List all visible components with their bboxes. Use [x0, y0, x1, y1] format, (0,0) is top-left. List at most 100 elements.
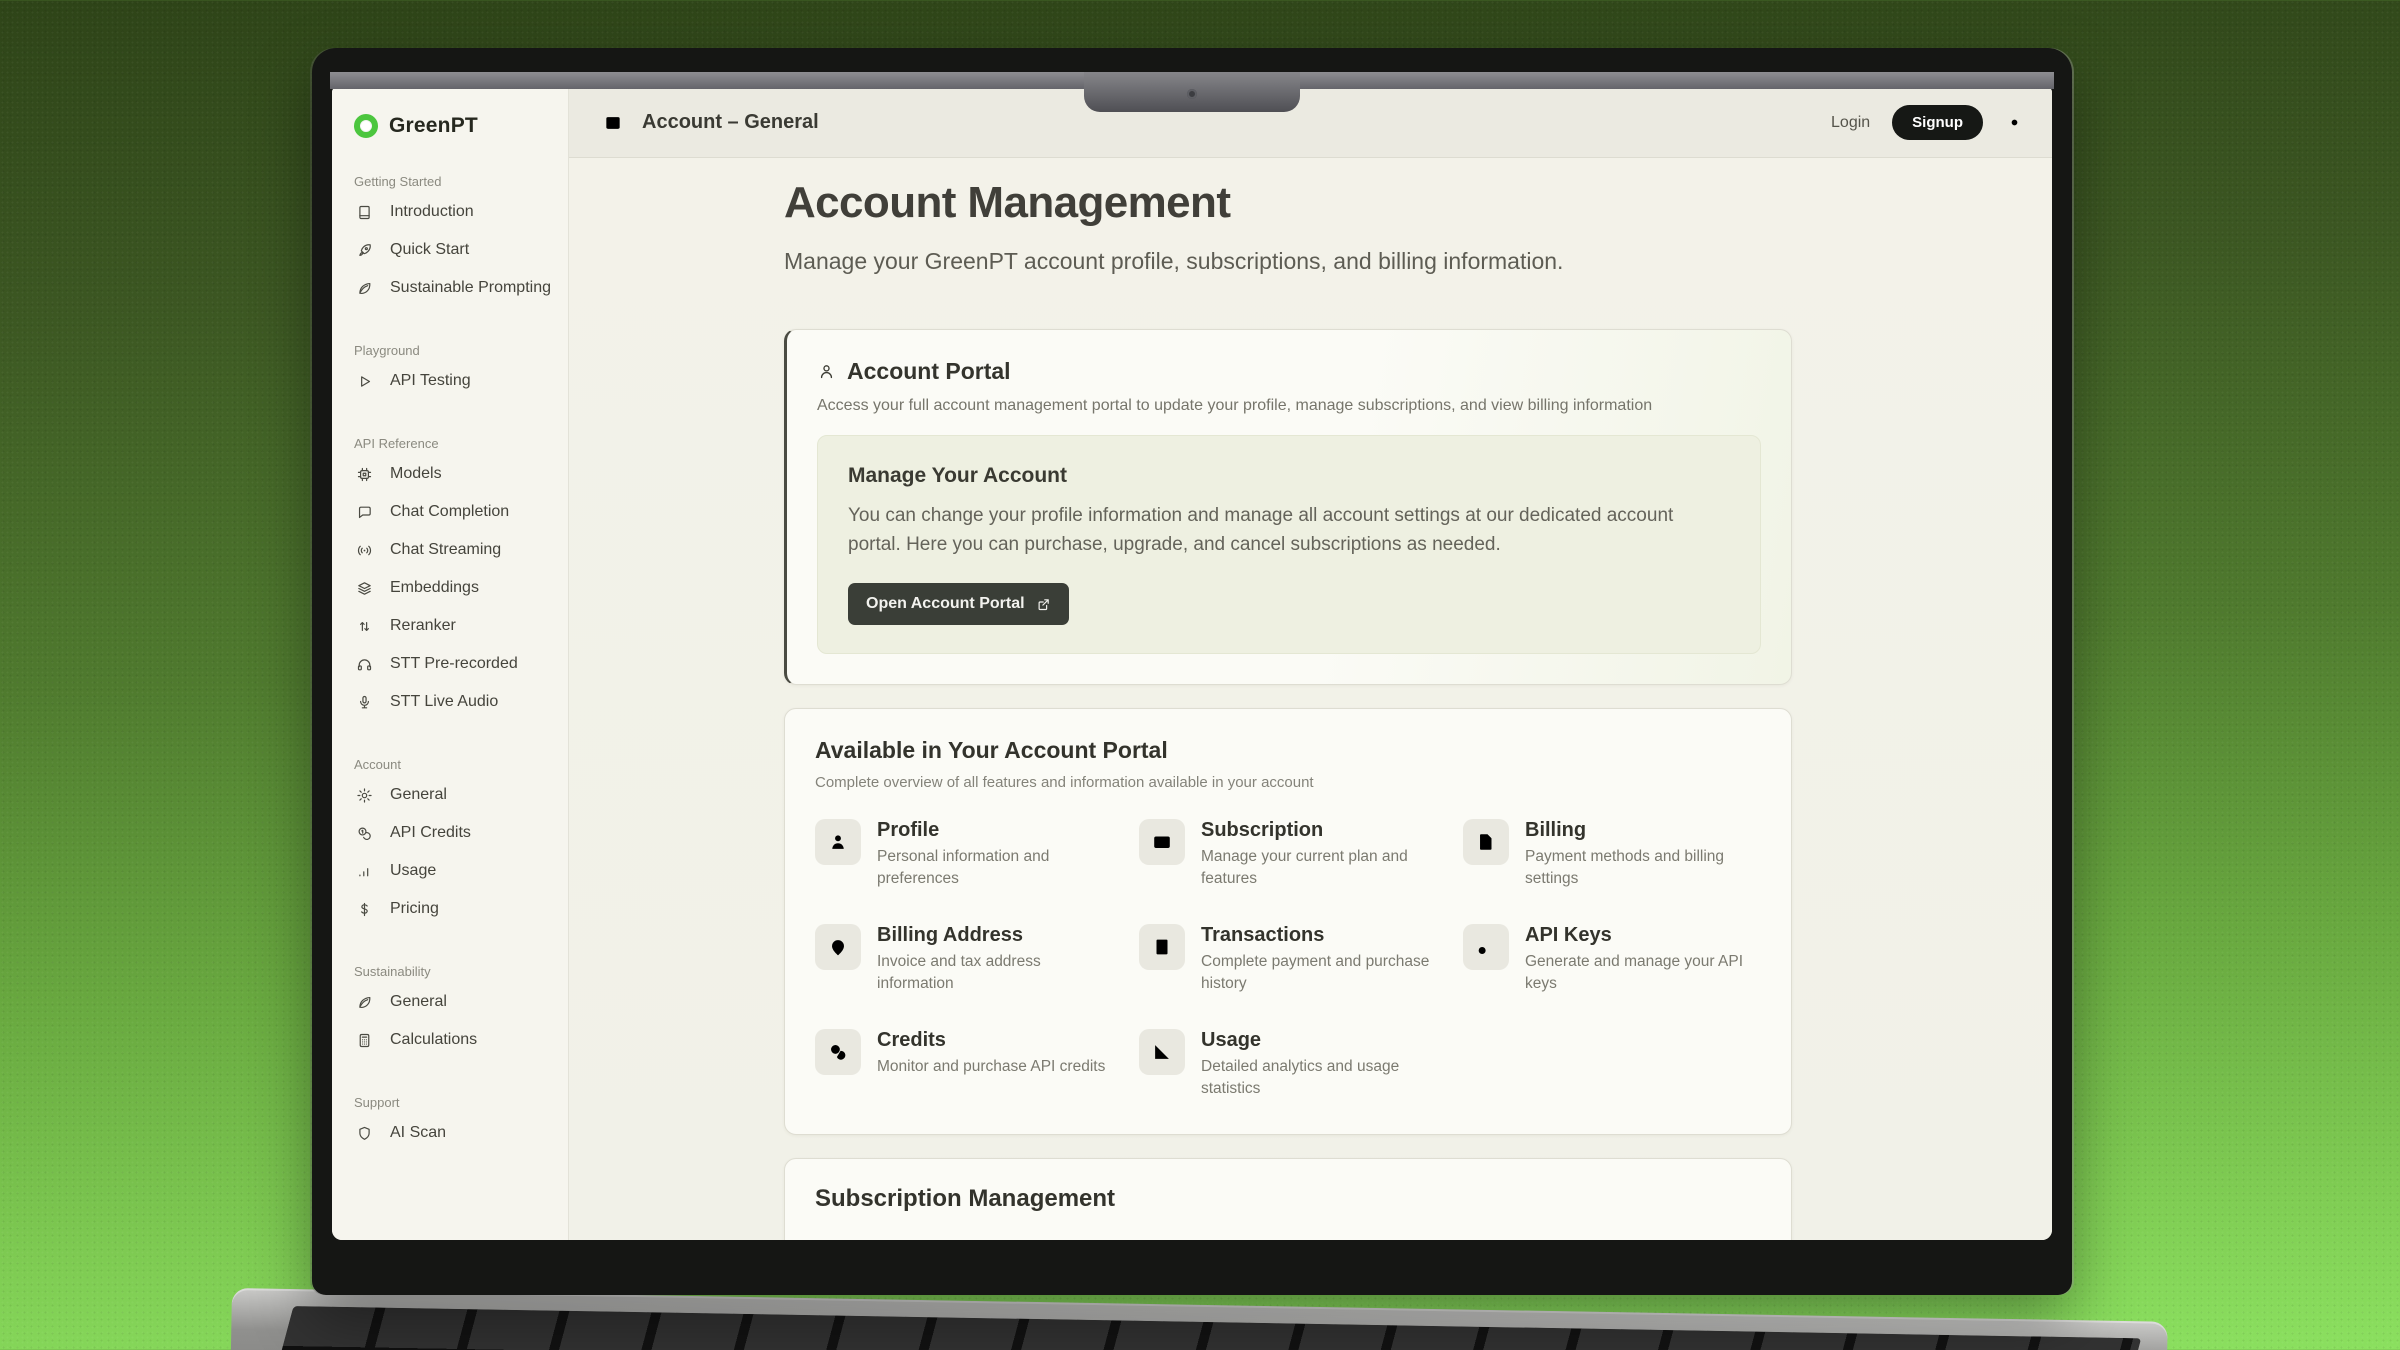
page-subtitle: Manage your GreenPT account profile, sub…	[784, 248, 1792, 275]
sidebar-item-label: Calculations	[390, 1031, 477, 1049]
page-breadcrumb-title: Account – General	[642, 111, 819, 134]
sidebar-item-label: Reranker	[390, 617, 456, 635]
main-area: Account – General Login Signup Account M…	[569, 88, 2052, 1240]
sidebar-item-account-general[interactable]: General	[354, 776, 554, 814]
sidebar-toggle-icon[interactable]	[603, 113, 623, 133]
feature-description: Personal information and preferences	[877, 846, 1113, 890]
card-title: Available in Your Account Portal	[815, 737, 1761, 764]
feature-description: Detailed analytics and usage statistics	[1201, 1056, 1437, 1100]
feature-title: API Keys	[1525, 924, 1612, 946]
laptop-keyboard-deck	[230, 1288, 2168, 1350]
sidebar-item-pricing[interactable]: Pricing	[354, 890, 554, 928]
person-icon	[815, 819, 861, 865]
calculator-icon	[356, 1032, 373, 1049]
sidebar-item-label: Embeddings	[390, 579, 479, 597]
key-icon	[1463, 924, 1509, 970]
card-subtitle: Complete overview of all features and in…	[815, 774, 1761, 791]
feature-title: Profile	[877, 819, 939, 841]
panel-title: Manage Your Account	[848, 464, 1730, 488]
portal-features-card: Available in Your Account Portal Complet…	[784, 708, 1792, 1135]
topbar: Account – General Login Signup	[569, 88, 2052, 158]
sort-arrows-icon	[356, 618, 373, 635]
sidebar: GreenPT Getting Started Introduction Qui…	[332, 88, 569, 1240]
feature-title: Credits	[877, 1029, 946, 1051]
card-title: Subscription Management	[815, 1185, 1761, 1213]
sidebar-item-stt-live-audio[interactable]: STT Live Audio	[354, 683, 554, 721]
map-pin-icon	[815, 924, 861, 970]
sidebar-item-label: Chat Completion	[390, 503, 509, 521]
sidebar-item-label: API Testing	[390, 372, 471, 390]
coins-icon	[356, 825, 373, 842]
sidebar-section-getting-started: Getting Started Introduction Quick Start…	[354, 174, 554, 307]
green-ring-icon	[354, 114, 378, 138]
sidebar-section-label: Getting Started	[354, 174, 554, 189]
content-scroll-area[interactable]: Account Management Manage your GreenPT a…	[569, 158, 2052, 1240]
signup-button[interactable]: Signup	[1892, 105, 1983, 140]
sidebar-item-label: AI Scan	[390, 1124, 446, 1142]
card-description: Access your full account management port…	[817, 397, 1761, 415]
laptop-notch	[1084, 72, 1300, 112]
keyboard-keys	[255, 1306, 2141, 1350]
sun-icon[interactable]	[2005, 113, 2024, 132]
sidebar-item-models[interactable]: Models	[354, 455, 554, 493]
bar-chart-icon	[356, 863, 373, 880]
headphones-icon	[356, 656, 373, 673]
sidebar-item-label: STT Live Audio	[390, 693, 498, 711]
app-window: GreenPT Getting Started Introduction Qui…	[332, 88, 2052, 1240]
chat-bubble-icon	[356, 504, 373, 521]
sidebar-item-label: Introduction	[390, 203, 474, 221]
shield-icon	[356, 1125, 373, 1142]
feature-description: Payment methods and billing settings	[1525, 846, 1761, 890]
sidebar-section-label: Support	[354, 1095, 554, 1110]
sidebar-item-chat-streaming[interactable]: Chat Streaming	[354, 531, 554, 569]
person-icon	[817, 362, 836, 381]
open-account-portal-button[interactable]: Open Account Portal	[848, 583, 1069, 625]
sidebar-item-usage[interactable]: Usage	[354, 852, 554, 890]
sidebar-item-chat-completion[interactable]: Chat Completion	[354, 493, 554, 531]
feature-profile: Profile Personal information and preferen…	[815, 819, 1113, 890]
sidebar-item-calculations[interactable]: Calculations	[354, 1021, 554, 1059]
sidebar-item-sustainable-prompting[interactable]: Sustainable Prompting	[354, 269, 554, 307]
sidebar-section-label: API Reference	[354, 436, 554, 451]
feature-description: Invoice and tax address information	[877, 951, 1113, 995]
sidebar-item-ai-scan[interactable]: AI Scan	[354, 1114, 554, 1152]
feature-billing-address: Billing AddressInvoice and tax address i…	[815, 924, 1113, 995]
sidebar-item-stt-prerecorded[interactable]: STT Pre-recorded	[354, 645, 554, 683]
sidebar-item-api-credits[interactable]: API Credits	[354, 814, 554, 852]
feature-title: Subscription	[1201, 819, 1323, 841]
topbar-actions: Login Signup	[1831, 105, 2024, 140]
dollar-icon	[356, 901, 373, 918]
gear-icon	[356, 787, 373, 804]
sidebar-item-quick-start[interactable]: Quick Start	[354, 231, 554, 269]
sidebar-item-embeddings[interactable]: Embeddings	[354, 569, 554, 607]
layers-icon	[356, 580, 373, 597]
sidebar-item-label: General	[390, 993, 447, 1011]
sidebar-section-playground: Playground API Testing	[354, 343, 554, 400]
sidebar-item-label: Sustainable Prompting	[390, 279, 551, 297]
feature-title: Usage	[1201, 1029, 1261, 1051]
manage-account-panel: Manage Your Account You can change your …	[817, 435, 1761, 654]
coins-icon	[815, 1029, 861, 1075]
feature-description: Generate and manage your API keys	[1525, 951, 1761, 995]
leaf-icon	[356, 994, 373, 1011]
brand-logo[interactable]: GreenPT	[354, 114, 554, 138]
sidebar-item-label: API Credits	[390, 824, 471, 842]
account-portal-card: Account Portal Access your full account …	[784, 329, 1792, 685]
feature-title: Transactions	[1201, 924, 1324, 946]
chip-icon	[356, 466, 373, 483]
play-icon	[356, 373, 373, 390]
sidebar-item-reranker[interactable]: Reranker	[354, 607, 554, 645]
laptop-mockup: GreenPT Getting Started Introduction Qui…	[0, 0, 2400, 1350]
feature-transactions: TransactionsComplete payment and purchas…	[1139, 924, 1437, 995]
sidebar-item-sustainability-general[interactable]: General	[354, 983, 554, 1021]
sidebar-item-label: Pricing	[390, 900, 439, 918]
feature-billing: BillingPayment methods and billing setti…	[1463, 819, 1761, 890]
sidebar-item-introduction[interactable]: Introduction	[354, 193, 554, 231]
sidebar-item-label: General	[390, 786, 447, 804]
login-button[interactable]: Login	[1831, 114, 1870, 132]
broadcast-icon	[356, 542, 373, 559]
document-icon	[1463, 819, 1509, 865]
sidebar-item-api-testing[interactable]: API Testing	[354, 362, 554, 400]
feature-api-keys: API Keys Generate and manage your API key…	[1463, 924, 1761, 995]
panel-body: You can change your profile information …	[848, 502, 1730, 559]
